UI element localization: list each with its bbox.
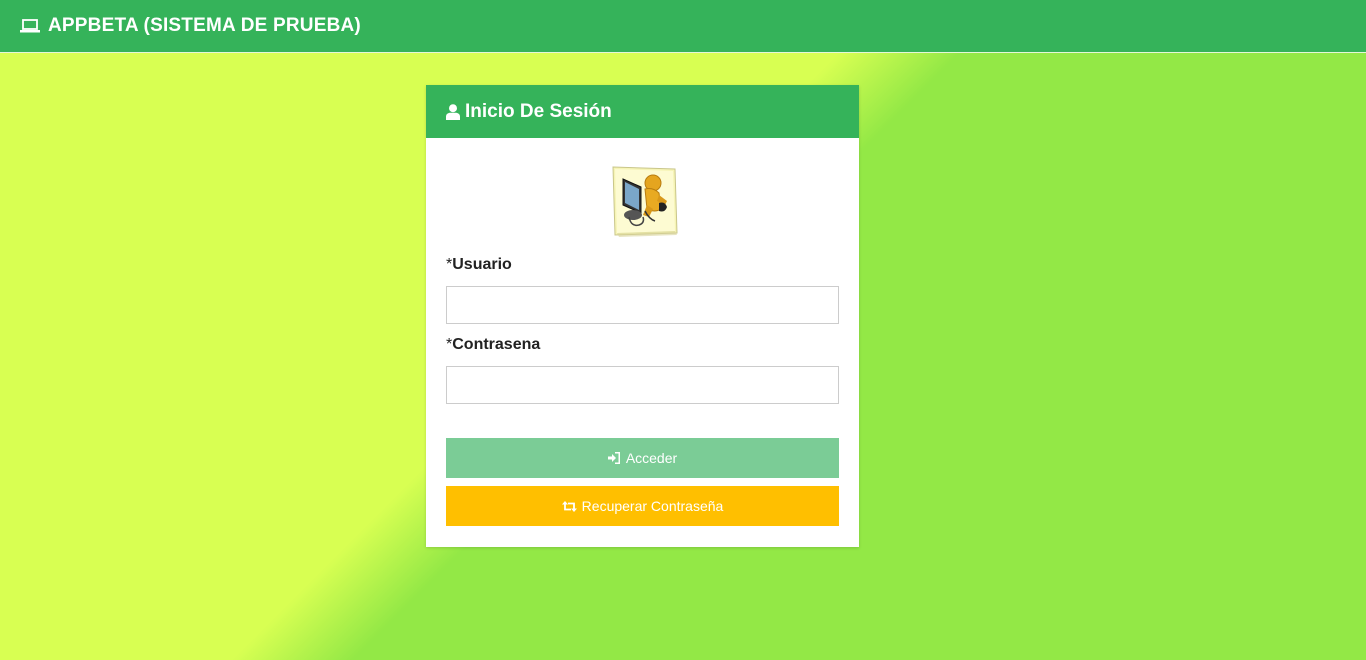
username-input[interactable] <box>446 286 839 324</box>
login-card-header: Inicio De Sesión <box>426 85 859 138</box>
login-button[interactable]: Acceder <box>446 438 839 478</box>
recover-password-label: Recuperar Contraseña <box>581 498 724 514</box>
login-button-label: Acceder <box>625 450 678 466</box>
sign-in-icon <box>607 452 620 464</box>
top-navbar: APPBETA (SISTEMA DE PRUEBA) <box>0 0 1366 53</box>
person-at-computer-logo <box>609 165 679 237</box>
password-input[interactable] <box>446 366 839 404</box>
password-label: *Contrasena <box>446 336 540 354</box>
login-card-title: Inicio De Sesión <box>465 100 612 122</box>
navbar-brand[interactable]: APPBETA (SISTEMA DE PRUEBA) <box>20 15 361 37</box>
password-label-text: Contrasena <box>452 336 541 353</box>
user-icon <box>446 103 460 120</box>
login-card: Inicio De Sesión *Usuario *Contrasena Ac… <box>426 85 859 547</box>
username-label-text: Usuario <box>452 256 512 273</box>
recover-password-button[interactable]: Recuperar Contraseña <box>446 486 839 526</box>
app-title: APPBETA (SISTEMA DE PRUEBA) <box>48 15 361 36</box>
retweet-icon <box>561 500 577 512</box>
laptop-icon <box>20 19 40 33</box>
username-label: *Usuario <box>446 256 512 274</box>
